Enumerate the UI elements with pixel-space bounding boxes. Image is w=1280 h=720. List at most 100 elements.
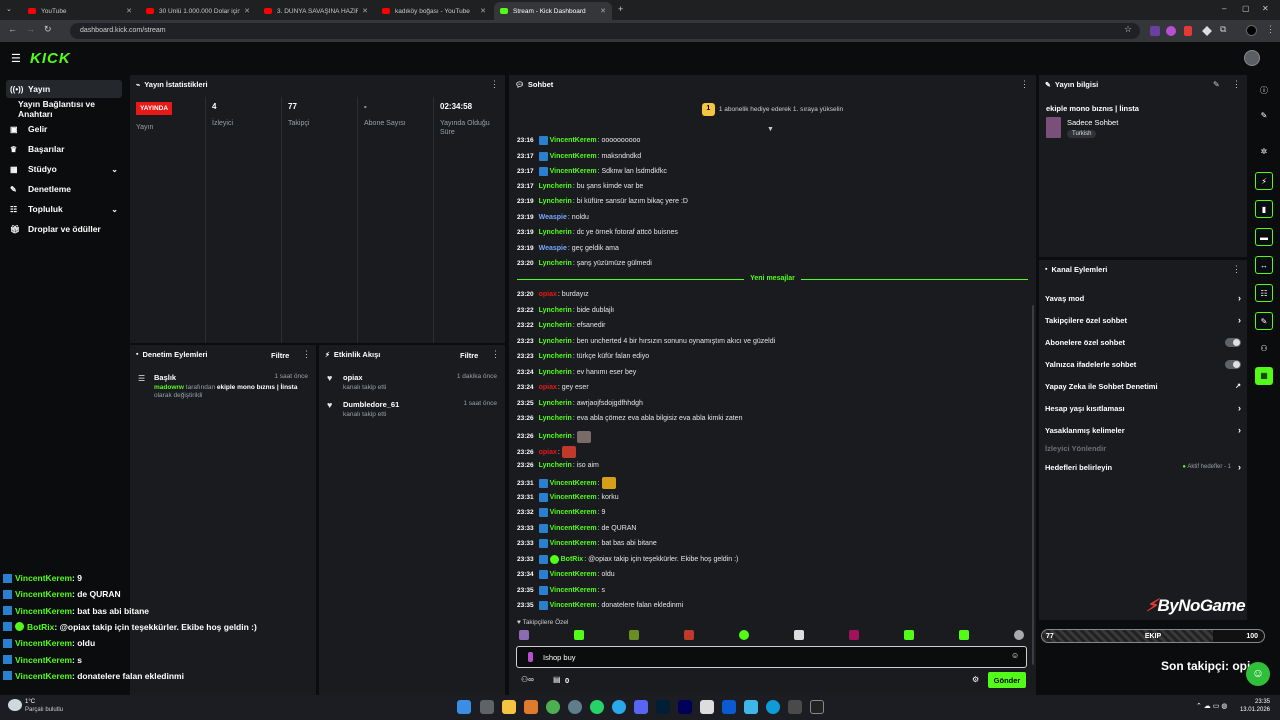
message-username[interactable]: Lyncherin [539, 415, 572, 422]
back-icon[interactable]: ← [8, 24, 17, 34]
message-username[interactable]: VincentKerem [550, 137, 597, 144]
emote-icon[interactable] [849, 630, 859, 640]
message-username[interactable]: VincentKerem [550, 571, 597, 578]
app-icon[interactable] [568, 700, 582, 714]
sidebar-item-gelir[interactable]: ▣ Gelir [6, 120, 122, 138]
emote-icon[interactable] [904, 630, 914, 640]
info-icon[interactable]: ⓘ [1255, 81, 1273, 99]
message-username[interactable]: VincentKerem [550, 540, 597, 547]
close-icon[interactable]: ✕ [480, 7, 486, 15]
kick-app-icon[interactable]: ▦ [1255, 367, 1273, 385]
message-username[interactable]: VincentKerem [550, 153, 597, 160]
profile-icon[interactable] [1246, 25, 1257, 36]
menu-dots-icon[interactable]: ⋮ [1266, 24, 1275, 35]
message-username[interactable]: Weaspie [539, 214, 567, 221]
menu-dots-icon[interactable]: ⋮ [491, 349, 500, 360]
message-username[interactable]: opiax [539, 449, 557, 456]
sidebar-item-basarilar[interactable]: ♛ Başarılar [6, 140, 122, 158]
emote-icon[interactable] [519, 630, 529, 640]
community-icon[interactable]: ⚇ [1255, 340, 1273, 358]
gift-banner[interactable]: 11 abonelik hediye ederek 1. sıraya yüks… [509, 103, 1036, 116]
channel-points-icon[interactable]: ⚇∞ [521, 675, 534, 684]
message-username[interactable]: Lyncherin [539, 322, 572, 329]
hamburger-menu-icon[interactable]: ☰ [11, 52, 21, 65]
subscribers-only-toggle[interactable] [1225, 337, 1241, 347]
new-tab-icon[interactable]: + [618, 4, 623, 14]
minimize-icon[interactable]: – [1222, 4, 1226, 13]
send-button[interactable]: Gönder [988, 672, 1026, 688]
emote-icon[interactable] [794, 630, 804, 640]
emote-icon[interactable] [959, 630, 969, 640]
extensions-puzzle-icon[interactable]: ⧉ [1220, 24, 1226, 35]
chat-input[interactable]: Ishop buy [516, 646, 1027, 668]
close-icon[interactable]: ✕ [362, 7, 368, 15]
account-age-row[interactable]: Hesap yaşı kısıtlaması › [1045, 401, 1241, 415]
close-icon[interactable]: ✕ [244, 7, 250, 15]
extension-icon[interactable] [1166, 26, 1176, 36]
window-close-icon[interactable]: ✕ [1262, 4, 1269, 13]
message-username[interactable]: Lyncherin [539, 462, 572, 469]
message-username[interactable]: VincentKerem [550, 494, 597, 501]
emote-icon[interactable] [1014, 630, 1024, 640]
app-icon[interactable] [810, 700, 824, 714]
message-username[interactable]: VincentKerem [550, 509, 597, 516]
browser-tab[interactable]: YouTube ✕ [22, 2, 138, 20]
app-icon[interactable] [722, 700, 736, 714]
browser-tab[interactable]: 3. DÜNYA SAVAŞINA HAZIR DE✕ [258, 2, 374, 20]
message-username[interactable]: opiax [539, 291, 557, 298]
message-username[interactable]: Lyncherin [539, 369, 572, 376]
slow-mode-row[interactable]: Yavaş mod › [1045, 291, 1241, 305]
tab-search-icon[interactable]: ⌄ [6, 5, 12, 13]
browser-tab[interactable]: kadıköy boğası - YouTube ✕ [376, 2, 492, 20]
sidebar-item-topluluk[interactable]: ☷ Topluluk ⌄ [6, 200, 122, 218]
edit-pencil-icon[interactable]: ✎ [1213, 80, 1220, 89]
forward-icon[interactable]: → [26, 24, 35, 34]
discord-icon[interactable] [634, 700, 648, 714]
pinned-chevron-icon[interactable]: ▼ [767, 126, 774, 133]
emote-icon[interactable] [574, 630, 584, 640]
weather-icon[interactable] [8, 699, 22, 711]
system-tray-icon[interactable]: ⌃ ☁ ▭ ◍ [1196, 702, 1227, 710]
sidebar-item-denetleme[interactable]: ✎ Denetleme [6, 180, 122, 198]
message-username[interactable]: Lyncherin [539, 353, 572, 360]
sidebar-item-stream-key[interactable]: Yayın Bağlantısı ve Anahtarı [6, 99, 122, 119]
sidebar-item-yayin[interactable]: ((•)) Yayın [6, 80, 122, 98]
app-icon[interactable] [524, 700, 538, 714]
close-icon[interactable]: ✕ [126, 7, 132, 15]
filter-button[interactable]: Filtre [271, 351, 289, 360]
menu-dots-icon[interactable]: ⋮ [490, 79, 499, 90]
ai-moderation-row[interactable]: Yapay Zeka ile Sohbet Denetimi ↗ [1045, 379, 1241, 393]
message-username[interactable]: VincentKerem [550, 587, 597, 594]
filter-button[interactable]: Filtre [460, 351, 478, 360]
photoshop-icon[interactable] [656, 700, 670, 714]
browser-tab[interactable]: 30 Ünlü 1.000.000 Dolar için Yu✕ [140, 2, 256, 20]
edit-icon[interactable]: ✎ [1255, 107, 1273, 125]
followers-only-row[interactable]: Takipçilere özel sohbet › [1045, 313, 1241, 327]
menu-dots-icon[interactable]: ⋮ [1020, 79, 1029, 90]
app-icon[interactable] [700, 700, 714, 714]
gear-icon[interactable]: ✲ [1255, 143, 1273, 161]
explorer-icon[interactable] [502, 700, 516, 714]
message-username[interactable]: Lyncherin [539, 260, 572, 267]
message-username[interactable]: Lyncherin [539, 198, 572, 205]
extension-icon[interactable] [1184, 26, 1192, 36]
message-username[interactable]: Lyncherin [539, 400, 572, 407]
message-username[interactable]: VincentKerem [550, 525, 597, 532]
url-field[interactable]: dashboard.kick.com/stream [70, 23, 1140, 39]
extension-icon[interactable] [1150, 26, 1160, 36]
emote-icon[interactable] [739, 630, 749, 640]
message-username[interactable]: Lyncherin [539, 229, 572, 236]
message-username[interactable]: VincentKerem [550, 480, 597, 487]
emote-only-toggle[interactable] [1225, 359, 1241, 369]
taskview-icon[interactable] [480, 700, 494, 714]
wrench-icon[interactable]: ✎ [1255, 312, 1273, 330]
menu-dots-icon[interactable]: ⋮ [1232, 264, 1241, 275]
emoji-icon[interactable]: ☺ [1011, 651, 1019, 660]
app-icon[interactable] [744, 700, 758, 714]
maximize-icon[interactable]: ▢ [1242, 4, 1250, 13]
avatar[interactable] [1244, 50, 1260, 66]
message-username[interactable]: BotRix [561, 556, 584, 563]
telegram-icon[interactable] [612, 700, 626, 714]
message-username[interactable]: VincentKerem [550, 602, 597, 609]
trash-icon[interactable]: ▮ [1255, 200, 1273, 218]
